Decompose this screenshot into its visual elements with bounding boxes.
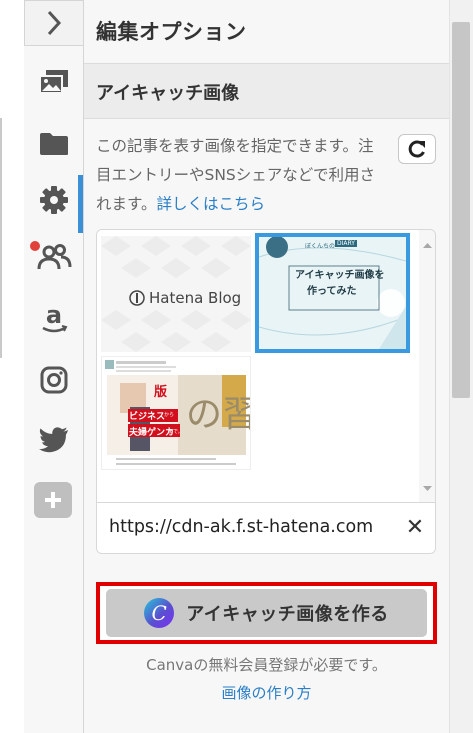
thumbnail-scrollbar[interactable] [419, 230, 435, 502]
details-link[interactable]: 詳しくはこちら [156, 195, 265, 213]
people-icon [37, 244, 72, 270]
active-indicator [78, 175, 83, 233]
section-header: アイキャッチ画像 [84, 63, 449, 119]
refresh-button[interactable] [398, 134, 436, 164]
instagram-icon [40, 366, 68, 394]
page-edge [0, 0, 24, 733]
rail-item-folder[interactable] [24, 122, 84, 166]
rail-item-amazon[interactable]: a [24, 297, 84, 341]
hatena-blog-label: Hatena Blog [149, 289, 242, 307]
create-eyecatch-button[interactable]: C アイキャッチ画像を作る [106, 589, 427, 637]
rail-item-people[interactable] [24, 235, 84, 279]
panel-title: 編集オプション [96, 20, 247, 44]
edge-divider [0, 118, 2, 358]
collapse-panel-button[interactable] [24, 0, 84, 46]
clear-url-button[interactable]: ✕ [403, 515, 427, 541]
rail-item-settings[interactable] [24, 178, 84, 222]
notification-dot [30, 241, 40, 251]
book-text-kara: から [164, 412, 175, 418]
scroll-down-arrow-icon [423, 486, 432, 491]
chevron-right-icon [47, 10, 62, 36]
book-text-business: ビジネス [129, 412, 166, 422]
diary-tag-right: DIARY [335, 240, 357, 247]
diary-tag-left: ぼくんちの [305, 243, 336, 250]
rail-item-twitter[interactable] [24, 418, 84, 462]
amazon-icon: a [42, 303, 68, 333]
diary-title-2: 作ってみた [307, 286, 357, 297]
scroll-up-arrow-icon [423, 243, 432, 248]
eyecatch-description: この記事を表す画像を指定できます。注目エントリーやSNSシェアなどで利用されます… [96, 132, 388, 219]
create-eyecatch-label: アイキャッチ画像を作る [186, 604, 389, 625]
twitter-icon [39, 427, 68, 453]
panel-scrollbar-thumb[interactable] [452, 22, 470, 398]
image-picker: Hatena Blog ぼくんちの DIARY アイキャッチ画像を 作ってみた [96, 229, 436, 554]
thumbnail-selected[interactable]: ぼくんちの DIARY アイキャッチ画像を 作ってみた [255, 233, 410, 353]
howto-link[interactable]: 画像の作り方 [84, 682, 449, 703]
canva-logo-icon: C [144, 598, 175, 628]
plus-icon [45, 492, 61, 508]
canva-note: Canvaの無料会員登録が必要です。 [146, 656, 387, 674]
rail-item-instagram[interactable] [24, 358, 84, 402]
svg-text:a: a [46, 303, 62, 329]
thumbnail-grid: Hatena Blog ぼくんちの DIARY アイキャッチ画像を 作ってみた [97, 230, 419, 502]
image-url-field[interactable]: https://cdn-ak.f.st-hatena.com [109, 517, 385, 537]
thumbnail-hatena-blog[interactable]: Hatena Blog [101, 236, 251, 352]
book-text-habit: の習 [186, 394, 251, 435]
sidebar-rail: a [24, 0, 84, 733]
add-feature-button[interactable] [34, 482, 72, 518]
section-title: アイキャッチ画像 [96, 83, 240, 104]
thumbnail-tweet-book[interactable]: ビジネス から 夫婦ゲンカ まで。 の習 版 [101, 356, 251, 470]
image-icon [39, 70, 68, 94]
folder-icon [40, 133, 68, 155]
rail-item-images[interactable] [24, 60, 84, 104]
gear-icon [40, 186, 68, 214]
book-text-edition: 版 [154, 385, 168, 400]
refresh-icon [408, 140, 425, 158]
image-url-row: https://cdn-ak.f.st-hatena.com ✕ [97, 502, 435, 553]
book-text-made: まで。 [168, 429, 183, 435]
diary-title-1: アイキャッチ画像を [295, 270, 385, 281]
